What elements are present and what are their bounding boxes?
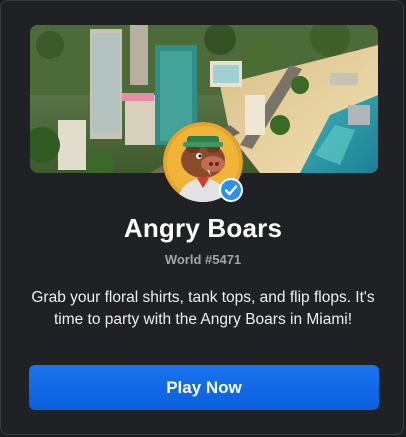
world-number: World #5471	[164, 252, 242, 267]
world-description: Grab your floral shirts, tank tops, and …	[31, 289, 375, 328]
world-title: Angry Boars	[123, 213, 283, 243]
world-avatar	[163, 122, 243, 202]
world-card: Angry Boars World #5471 Grab your floral…	[0, 0, 404, 435]
play-now-button[interactable]: Play Now	[29, 365, 379, 410]
verified-checkmark-icon	[219, 178, 243, 202]
